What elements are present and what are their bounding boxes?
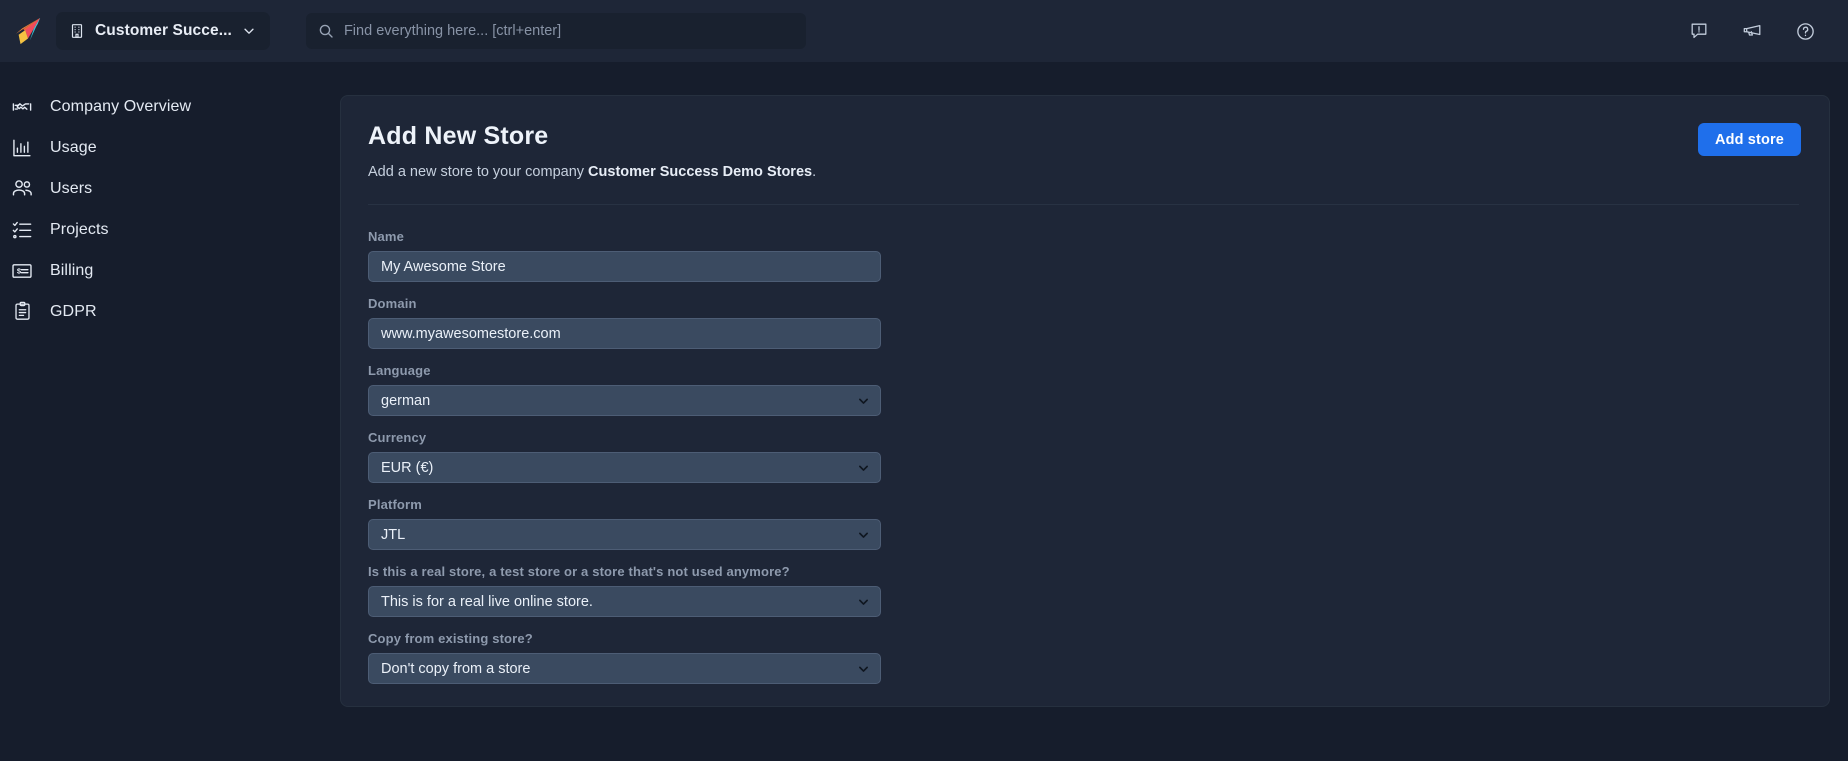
- sidebar-item-usage[interactable]: Usage: [0, 127, 330, 168]
- add-store-button[interactable]: Add store: [1697, 123, 1801, 156]
- field-label: Name: [368, 229, 405, 244]
- field-platform: Platform JTL: [368, 497, 1802, 550]
- company-selector[interactable]: Customer Succe...: [56, 12, 270, 50]
- field-language: Language german: [368, 363, 1802, 416]
- field-copy-from-store: Copy from existing store? Don't copy fro…: [368, 631, 1802, 684]
- field-currency: Currency EUR (€): [368, 430, 1802, 483]
- feedback-icon[interactable]: [1686, 18, 1712, 44]
- sidebar-item-label: Billing: [50, 261, 94, 279]
- field-label: Currency: [368, 430, 427, 445]
- language-select[interactable]: german: [368, 385, 881, 416]
- sidebar-item-projects[interactable]: Projects: [0, 209, 330, 250]
- sidebar-item-users[interactable]: Users: [0, 168, 330, 209]
- clipboard-icon: [10, 300, 34, 324]
- billing-card-icon: $: [10, 259, 34, 283]
- search-input[interactable]: [343, 23, 794, 39]
- field-label: Domain: [368, 296, 417, 311]
- store-domain-input[interactable]: [368, 318, 881, 349]
- users-icon: [10, 177, 34, 201]
- bar-chart-icon: [10, 136, 34, 160]
- store-name-input[interactable]: [368, 251, 881, 282]
- svg-text:$: $: [17, 266, 22, 275]
- sidebar: Company Overview Usage Users Projects $ …: [0, 62, 330, 761]
- paper-plane-logo: [15, 17, 41, 45]
- sidebar-item-label: Projects: [50, 220, 109, 238]
- top-bar-actions: [1686, 18, 1848, 44]
- currency-select[interactable]: EUR (€): [368, 452, 881, 483]
- card-header: Add New Store Add a new store to your co…: [341, 96, 1829, 205]
- app-root: Customer Succe... Find everything here..…: [0, 0, 1848, 761]
- main-content: Add New Store Add a new store to your co…: [330, 62, 1848, 761]
- sidebar-item-label: GDPR: [50, 302, 97, 320]
- building-icon: [69, 23, 85, 39]
- add-store-form: Name Domain Language german: [341, 205, 1829, 684]
- sidebar-item-label: Company Overview: [50, 97, 192, 115]
- search-icon: [318, 23, 334, 39]
- sidebar-item-company-overview[interactable]: Company Overview: [0, 86, 330, 127]
- copy-from-store-select[interactable]: Don't copy from a store: [368, 653, 881, 684]
- field-label: Language: [368, 363, 431, 378]
- field-domain: Domain: [368, 296, 1802, 349]
- field-label: Platform: [368, 497, 422, 512]
- field-store-type: Is this a real store, a test store or a …: [368, 564, 1802, 617]
- app-logo[interactable]: [0, 0, 56, 62]
- megaphone-icon[interactable]: [1739, 18, 1765, 44]
- field-name: Name: [368, 229, 1802, 282]
- platform-select[interactable]: JTL: [368, 519, 881, 550]
- sidebar-item-billing[interactable]: $ Billing: [0, 250, 330, 291]
- sidebar-item-gdpr[interactable]: GDPR: [0, 291, 330, 332]
- header-divider: [368, 204, 1799, 205]
- page-title: Add New Store: [368, 122, 549, 150]
- subtitle-prefix: Add a new store to your company: [368, 164, 589, 180]
- field-label: Is this a real store, a test store or a …: [368, 564, 790, 579]
- store-type-select[interactable]: This is for a real live online store.: [368, 586, 881, 617]
- subtitle-company-name: Customer Success Demo Stores: [588, 164, 813, 180]
- sidebar-item-label: Usage: [50, 138, 97, 156]
- handshake-icon: [10, 95, 34, 119]
- chevron-down-icon: [242, 24, 256, 38]
- top-bar: Customer Succe...: [0, 0, 1848, 62]
- help-icon[interactable]: [1792, 18, 1818, 44]
- add-store-card: Add New Store Add a new store to your co…: [340, 95, 1830, 707]
- checklist-icon: [10, 218, 34, 242]
- sidebar-item-label: Users: [50, 179, 93, 197]
- page-subtitle: Add a new store to your company Customer…: [368, 164, 1799, 180]
- company-name-label: Customer Succe...: [95, 22, 232, 39]
- field-label: Copy from existing store?: [368, 631, 533, 646]
- subtitle-suffix: .: [812, 164, 817, 180]
- global-search[interactable]: [305, 13, 806, 49]
